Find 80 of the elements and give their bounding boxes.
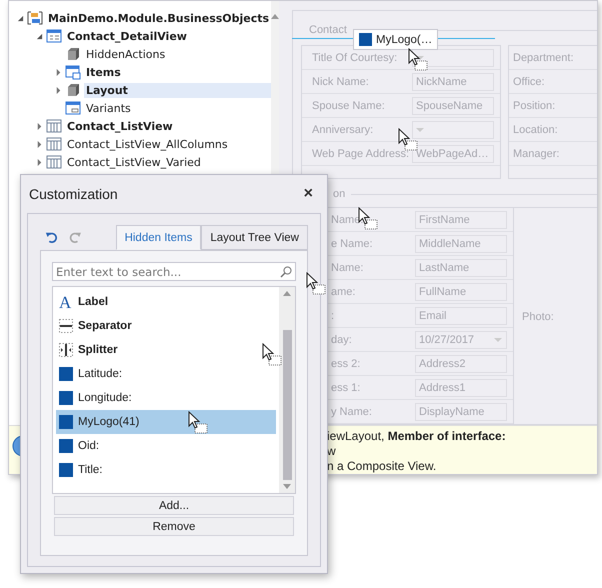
tree-node[interactable]: Contact_ListView	[65, 118, 272, 134]
field-label: Anniversary:	[312, 124, 374, 136]
list-item[interactable]: A Label	[56, 290, 276, 314]
scroll-up-icon[interactable]	[283, 291, 291, 296]
collapsed-arrow-icon[interactable]	[36, 140, 43, 148]
scroll-down-icon[interactable]	[283, 484, 291, 489]
scroll-up-icon[interactable]	[271, 13, 280, 19]
table-icon	[46, 118, 62, 134]
square-icon	[59, 463, 73, 477]
square-icon	[59, 367, 73, 381]
tab[interactable]: Hidden Items	[116, 225, 202, 250]
square-icon	[59, 391, 73, 405]
field-label: ame:	[331, 286, 356, 298]
form-icon	[46, 28, 62, 44]
letter-icon: A	[59, 294, 73, 310]
module-icon	[27, 10, 43, 26]
field-label: Nick Name:	[312, 76, 370, 88]
expanded-arrow-icon[interactable]	[17, 14, 24, 22]
splitter-icon	[59, 343, 73, 357]
table-icon	[46, 154, 62, 170]
collapsed-arrow-icon[interactable]	[36, 158, 43, 166]
drag-preview: MyLogo(…	[353, 29, 438, 50]
field-label: ess 2:	[331, 358, 362, 370]
tab[interactable]: Layout Tree View	[201, 225, 308, 250]
remove-button[interactable]: Remove	[54, 517, 294, 536]
scrollbar[interactable]	[279, 287, 295, 493]
undo-icon[interactable]	[45, 230, 59, 244]
field-label: Position:	[513, 100, 556, 112]
tree-node[interactable]: Variants	[84, 100, 272, 116]
field-label: Manager:	[513, 148, 560, 160]
cube-icon	[65, 46, 81, 62]
field-label: Title Of Courtesy:	[312, 52, 398, 64]
field-label: e Name:	[331, 238, 374, 250]
tree-node[interactable]: Items	[84, 64, 272, 80]
window-icon	[65, 64, 81, 80]
square-icon	[59, 415, 73, 429]
tree-node[interactable]: MainDemo.Module.BusinessObjects	[46, 10, 272, 26]
list-item[interactable]: Oid:	[56, 434, 276, 458]
square-icon	[59, 439, 73, 453]
dialog-title: Customization	[29, 186, 118, 202]
field-label: Location:	[513, 124, 558, 136]
list-item[interactable]: Title:	[56, 458, 276, 482]
field-label: Department:	[513, 52, 574, 64]
collapsed-arrow-icon[interactable]	[55, 68, 62, 76]
tree-node[interactable]: Contact_DetailView	[65, 28, 272, 44]
group-caption: on	[333, 188, 346, 200]
group-caption: Contact	[309, 24, 347, 36]
tree-node[interactable]: Contact_ListView_AllColumns	[65, 136, 272, 152]
list-item[interactable]: Longitude:	[56, 386, 276, 410]
drag-cursor-icon	[188, 411, 210, 435]
list-item[interactable]: MyLogo(41)	[56, 410, 276, 434]
field-label: Office:	[513, 76, 545, 88]
drag-cursor-icon	[408, 48, 430, 72]
add-button[interactable]: Add...	[54, 496, 294, 515]
list-item[interactable]: Separator	[56, 314, 276, 338]
table-icon	[46, 136, 62, 152]
expanded-arrow-icon[interactable]	[36, 32, 43, 40]
cube-icon	[65, 82, 81, 98]
drag-cursor-icon	[262, 343, 284, 367]
tree-node[interactable]: HiddenActions	[84, 46, 272, 62]
field-label: y Name:	[331, 406, 373, 418]
window-icon	[65, 100, 81, 116]
field-label: Photo:	[522, 311, 554, 323]
field-label: day:	[331, 334, 353, 346]
list-item[interactable]: Latitude:	[56, 362, 276, 386]
close-button[interactable]: ×	[296, 185, 321, 203]
tree-node[interactable]: Contact_ListView_Varied	[65, 154, 272, 170]
info-text: n a Composite View.	[327, 459, 438, 474]
tree-node[interactable]: Layout	[84, 82, 272, 98]
search-icon[interactable]	[280, 266, 292, 278]
field-label: Spouse Name:	[312, 100, 386, 112]
field-label: :	[331, 310, 336, 322]
separator-icon	[59, 319, 73, 333]
field-label: Web Page Address:	[312, 148, 410, 160]
info-text: iewLayout, Member of interface:	[327, 429, 506, 444]
collapsed-arrow-icon[interactable]	[36, 122, 43, 130]
field-label: ess 1:	[331, 382, 362, 394]
collapsed-arrow-icon[interactable]	[55, 86, 62, 94]
search-field[interactable]: Enter text to search...	[52, 262, 296, 281]
field-label: Name:	[331, 262, 364, 274]
